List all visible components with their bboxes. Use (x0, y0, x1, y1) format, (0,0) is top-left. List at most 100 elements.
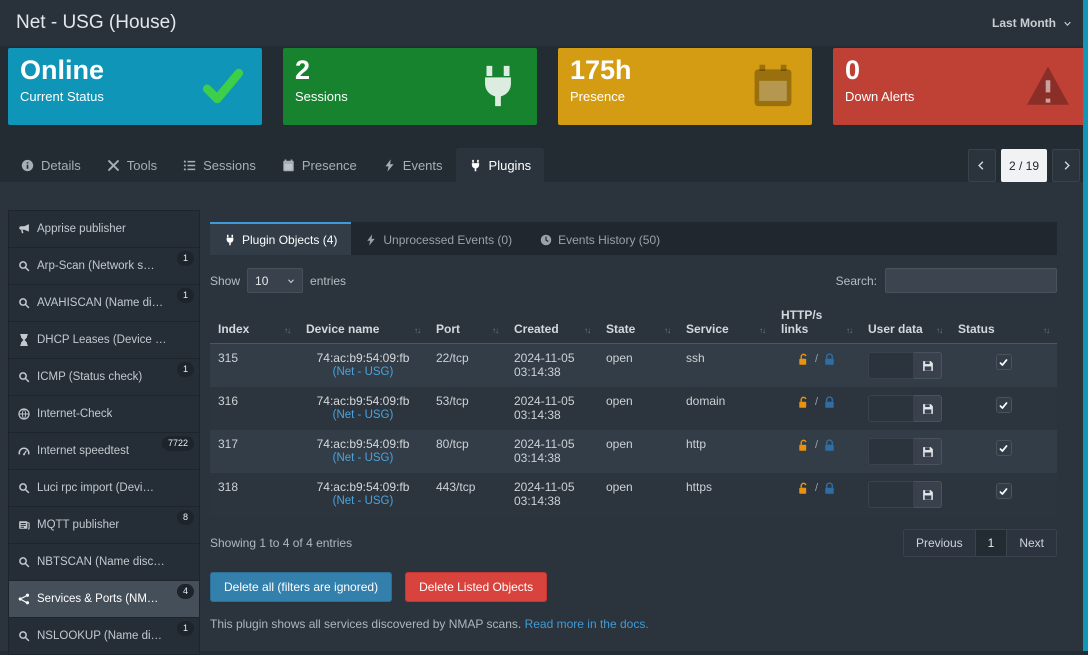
sidebar-item-dhcp-leases-device[interactable]: DHCP Leases (Device … (8, 321, 200, 359)
unlock-icon[interactable] (797, 353, 810, 366)
user-data-input[interactable] (868, 438, 914, 465)
plugin-description: This plugin shows all services discovere… (210, 617, 1057, 631)
sidebar-item-apprise-publisher[interactable]: Apprise publisher (8, 210, 200, 248)
sidebar-item-services-ports-nm[interactable]: Services & Ports (NM… 4 (8, 580, 200, 618)
chevron-left-icon (976, 160, 987, 171)
tab-tools[interactable]: Tools (94, 148, 170, 182)
bolt-icon (365, 234, 377, 246)
lock-icon[interactable] (823, 439, 836, 452)
plugin-tab-plugin-objects-4[interactable]: Plugin Objects (4) (210, 222, 351, 255)
column-header-status[interactable]: Status (950, 308, 1057, 336)
stat-card-down-alerts[interactable]: 0 Down Alerts (833, 48, 1087, 125)
delete-all-button[interactable]: Delete all (filters are ignored) (210, 572, 392, 602)
plugin-tab-events-history-50[interactable]: Events History (50) (526, 222, 674, 255)
status-checkbox[interactable] (996, 440, 1012, 456)
lock-icon[interactable] (823, 482, 836, 495)
table-summary: Showing 1 to 4 of 4 entries (210, 536, 352, 550)
device-link[interactable]: (Net - USG) (306, 452, 420, 464)
column-label: Port (436, 322, 460, 336)
plug-icon (475, 63, 521, 109)
lock-icon[interactable] (823, 353, 836, 366)
device-link[interactable]: (Net - USG) (306, 495, 420, 507)
stat-card-presence[interactable]: 175h Presence (558, 48, 812, 125)
sort-icon (1043, 326, 1049, 336)
status-checkbox[interactable] (996, 397, 1012, 413)
calendar-icon (750, 63, 796, 109)
cell-state: open (598, 473, 678, 516)
cell-http-links: / (773, 430, 860, 473)
user-data-input[interactable] (868, 481, 914, 508)
save-button[interactable] (914, 438, 942, 465)
table-row: 315 74:ac:b9:54:09:fb (Net - USG) 22/tcp… (210, 344, 1057, 387)
sidebar-item-label: Internet-Check (37, 408, 112, 420)
entries-select[interactable]: 10 (247, 268, 303, 293)
plugin-tab-unprocessed-events-0[interactable]: Unprocessed Events (0) (351, 222, 526, 255)
save-button[interactable] (914, 352, 942, 379)
scrollbar[interactable] (1083, 0, 1088, 651)
device-link[interactable]: (Net - USG) (306, 409, 420, 421)
column-header-http-s-links[interactable]: HTTP/s links (773, 308, 860, 336)
page-previous-button[interactable]: Previous (903, 529, 976, 557)
sort-icon (664, 326, 670, 336)
prev-device-button[interactable] (968, 149, 996, 182)
page-1-button[interactable]: 1 (975, 529, 1008, 557)
device-mac: 74:ac:b9:54:09:fb (306, 480, 420, 494)
column-header-port[interactable]: Port (428, 308, 506, 336)
tab-presence[interactable]: Presence (269, 148, 370, 182)
status-checkbox[interactable] (996, 483, 1012, 499)
next-device-button[interactable] (1052, 149, 1080, 182)
page-next-button[interactable]: Next (1006, 529, 1057, 557)
check-icon (200, 63, 246, 109)
column-header-index[interactable]: Index (210, 308, 298, 336)
sidebar-item-avahiscan-name-di[interactable]: AVAHISCAN (Name di… 1 (8, 284, 200, 322)
column-header-created[interactable]: Created (506, 308, 598, 336)
tab-plugins[interactable]: Plugins (456, 148, 545, 182)
user-data-input[interactable] (868, 395, 914, 422)
count-badge: 1 (177, 251, 194, 266)
page-size-control: Show 10 entries (210, 268, 346, 293)
link-separator: / (815, 396, 818, 408)
stat-card-current-status[interactable]: Online Current Status (8, 48, 262, 125)
tab-details[interactable]: Details (8, 148, 94, 182)
sidebar-item-internet-speedtest[interactable]: Internet speedtest 7722 (8, 432, 200, 470)
count-badge: 4 (177, 584, 194, 599)
docs-link[interactable]: Read more in the docs. (525, 617, 649, 631)
sidebar-item-label: AVAHISCAN (Name di… (37, 297, 163, 309)
stat-card-sessions[interactable]: 2 Sessions (283, 48, 537, 125)
tab-sessions[interactable]: Sessions (170, 148, 269, 182)
column-label: Created (514, 322, 559, 336)
column-header-service[interactable]: Service (678, 308, 773, 336)
column-header-user-data[interactable]: User data (860, 308, 950, 336)
user-data-input[interactable] (868, 352, 914, 379)
save-button[interactable] (914, 395, 942, 422)
column-header-state[interactable]: State (598, 308, 678, 336)
sidebar-item-nbtscan-name-disc[interactable]: NBTSCAN (Name disc… (8, 543, 200, 581)
sidebar-item-arp-scan-network-s[interactable]: Arp-Scan (Network s… 1 (8, 247, 200, 285)
sidebar-item-nslookup-name-di[interactable]: NSLOOKUP (Name di… 1 (8, 617, 200, 655)
cell-status (950, 430, 1057, 473)
delete-listed-button[interactable]: Delete Listed Objects (405, 572, 547, 602)
period-selector[interactable]: Last Month (992, 16, 1072, 30)
floppy-icon (922, 489, 934, 501)
column-header-device-name[interactable]: Device name (298, 308, 428, 336)
sidebar-item-label: Luci rpc import (Devi… (37, 482, 154, 494)
unlock-icon[interactable] (797, 439, 810, 452)
sidebar-item-icmp-status-check[interactable]: ICMP (Status check) 1 (8, 358, 200, 396)
column-label: Device name (306, 322, 379, 336)
search-input[interactable] (885, 268, 1057, 293)
status-checkbox[interactable] (996, 354, 1012, 370)
sidebar-item-mqtt-publisher[interactable]: MQTT publisher 8 (8, 506, 200, 544)
sidebar-item-luci-rpc-import-devi[interactable]: Luci rpc import (Devi… (8, 469, 200, 507)
sidebar-item-internet-check[interactable]: Internet-Check (8, 395, 200, 433)
cell-service: http (678, 430, 773, 473)
device-link[interactable]: (Net - USG) (306, 366, 420, 378)
unlock-icon[interactable] (797, 396, 810, 409)
save-button[interactable] (914, 481, 942, 508)
sidebar-item-label: Arp-Scan (Network s… (37, 260, 155, 272)
tab-events[interactable]: Events (370, 148, 456, 182)
tab-label: Details (41, 158, 81, 173)
search-icon (18, 482, 30, 494)
column-label: User data (868, 322, 923, 336)
unlock-icon[interactable] (797, 482, 810, 495)
lock-icon[interactable] (823, 396, 836, 409)
